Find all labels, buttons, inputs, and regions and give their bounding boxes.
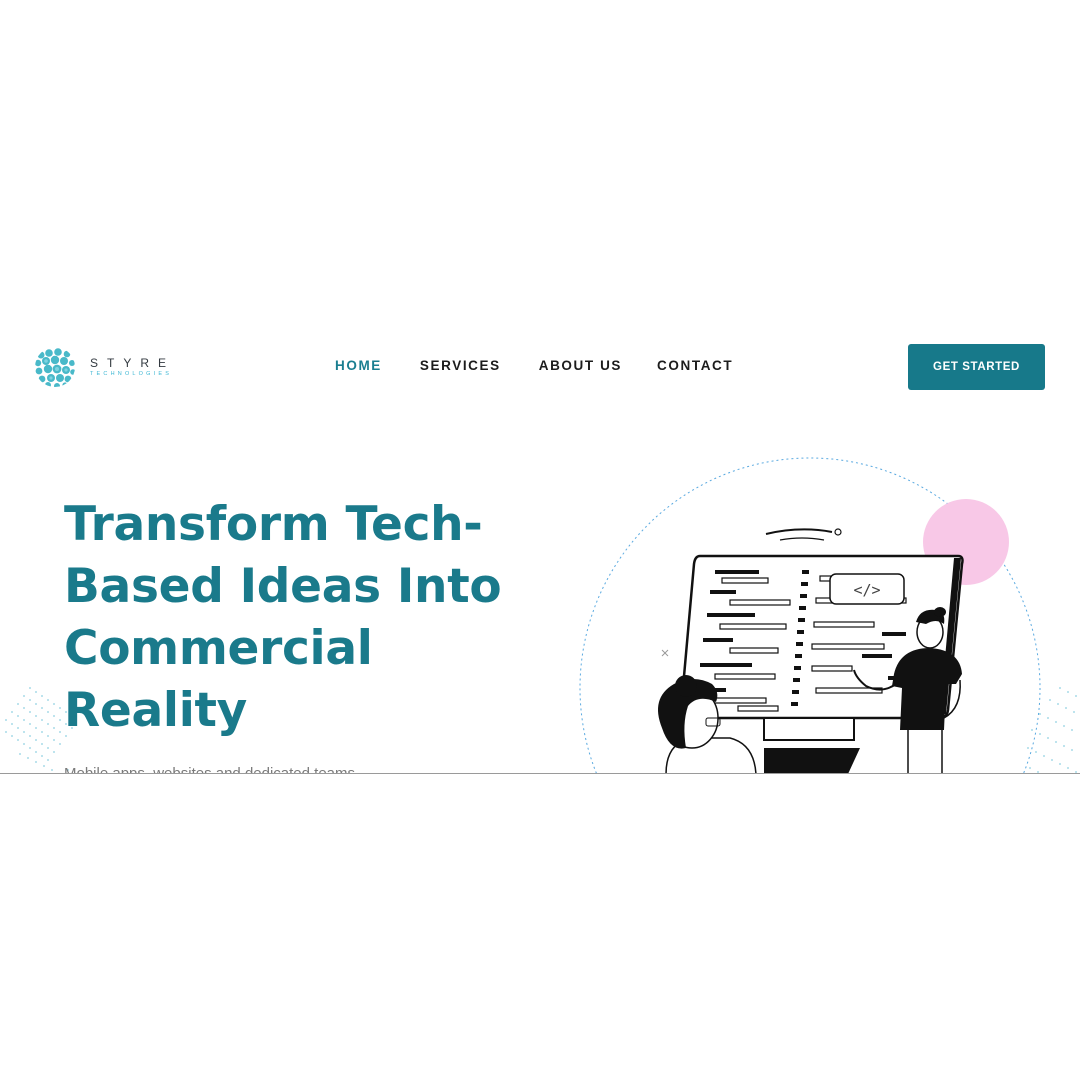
hero-title-line: Based Ideas Into xyxy=(64,559,502,614)
nav-item-home[interactable]: HOME xyxy=(335,358,382,373)
code-bubble-icon: </> xyxy=(829,573,905,605)
get-started-button[interactable]: GET STARTED xyxy=(908,344,1045,390)
logo-mark-icon xyxy=(35,347,75,387)
hero-illustration: </> xyxy=(579,457,1041,774)
nav-item-about-us[interactable]: ABOUT US xyxy=(539,358,622,373)
hero-title-line: Reality xyxy=(64,683,248,738)
hero-title-line: Transform Tech- xyxy=(64,497,483,552)
page: STYRE TECHNOLOGIES HOME SERVICES ABOUT U… xyxy=(0,0,1080,1080)
screenshot-bottom-edge xyxy=(0,773,1080,774)
main-nav: HOME SERVICES ABOUT US CONTACT xyxy=(335,358,733,373)
nav-item-services[interactable]: SERVICES xyxy=(420,358,501,373)
code-bubble-text: </> xyxy=(853,581,880,599)
brand-name: STYRE xyxy=(90,355,176,370)
hero-title-line: Commercial xyxy=(64,621,373,676)
hero-title: Transform Tech- Based Ideas Into Commerc… xyxy=(64,494,534,742)
nav-item-contact[interactable]: CONTACT xyxy=(657,358,733,373)
website-hero-section: STYRE TECHNOLOGIES HOME SERVICES ABOUT U… xyxy=(0,318,1080,774)
brand-tagline: TECHNOLOGIES xyxy=(90,370,173,377)
brand-logo[interactable]: STYRE TECHNOLOGIES xyxy=(34,346,175,388)
